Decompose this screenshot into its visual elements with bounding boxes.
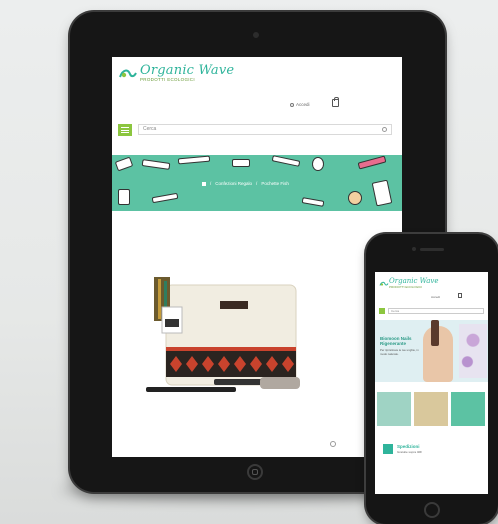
breadcrumb-category[interactable]: Confezioni Regalo — [215, 181, 252, 186]
phone-shipping-title: Spedizioni — [397, 444, 420, 449]
phone-product-tiles — [375, 392, 488, 426]
logo-title: Organic Wave — [140, 63, 235, 78]
phone-camera — [412, 247, 416, 251]
phone-menu-icon[interactable] — [379, 308, 385, 314]
phone-tile-1[interactable] — [377, 392, 411, 426]
phone-logo-wave-icon — [379, 281, 389, 286]
phone-hero-bottle-image — [431, 320, 439, 346]
phone-tile-3[interactable] — [451, 392, 485, 426]
doodle-pencil — [141, 159, 171, 170]
phone-screen: Organic Wave PRODOTTI ECOLOGICI Accedi C… — [375, 272, 488, 494]
doodle-pencil-2 — [151, 192, 179, 204]
breadcrumb-current: Pochette Fish — [261, 181, 289, 186]
phone-hero-subtitle: Per ripristinare le tue unghie, in modo … — [380, 348, 419, 356]
phone-shipping-subtitle: Gratuite sopra 40€ — [397, 450, 422, 454]
user-icon — [290, 102, 294, 107]
phone-hero-flowers-image — [459, 324, 487, 378]
menu-icon[interactable] — [118, 124, 132, 136]
doodle-tube — [177, 155, 211, 165]
search-input[interactable]: Cerca — [138, 124, 392, 135]
doodle-jar — [371, 179, 393, 207]
search-icon[interactable] — [382, 127, 387, 132]
logo-wave-icon — [118, 67, 138, 81]
doodle-bottle — [118, 189, 130, 205]
doodle-box — [232, 159, 250, 167]
doodle-compact — [312, 157, 324, 171]
zoom-icon[interactable] — [330, 441, 336, 447]
tablet-camera — [253, 32, 259, 38]
phone-hero-banner[interactable]: Biomoon Nails Rigenerante Per ripristina… — [375, 320, 488, 382]
breadcrumb-sep-2: / — [256, 181, 258, 186]
product-image[interactable] — [140, 267, 310, 417]
site-logo[interactable]: Organic Wave PRODOTTI ECOLOGICI — [118, 63, 234, 85]
phone-account-link[interactable]: Accedi — [431, 295, 440, 299]
account-link[interactable]: Accedi — [290, 102, 310, 107]
phone-search-placeholder: Cerca — [391, 309, 400, 313]
search-placeholder: Cerca — [143, 126, 157, 132]
home-icon[interactable] — [202, 181, 206, 186]
breadcrumb: / Confezioni Regalo / Pochette Fish — [202, 181, 289, 186]
phone-hero-title: Biomoon Nails Rigenerante — [380, 336, 412, 346]
doodle-lipstick — [114, 156, 134, 172]
category-banner: / Confezioni Regalo / Pochette Fish — [112, 155, 402, 211]
account-label: Accedi — [296, 102, 310, 107]
breadcrumb-sep-1: / — [210, 181, 212, 186]
phone-logo-title: Organic Wave — [389, 277, 439, 285]
truck-icon — [383, 444, 393, 454]
phone-device: Organic Wave PRODOTTI ECOLOGICI Accedi C… — [366, 234, 498, 524]
doodle-lipstick-2 — [357, 155, 387, 170]
phone-home-button[interactable] — [424, 502, 440, 518]
phone-site-logo[interactable]: Organic Wave PRODOTTI ECOLOGICI — [379, 278, 439, 289]
doodle-brush — [271, 155, 301, 167]
phone-cart-icon[interactable] — [458, 293, 462, 298]
doodle-tube-2 — [301, 197, 325, 207]
tablet-screen: Organic Wave PRODOTTI ECOLOGICI Accedi C… — [112, 57, 402, 457]
phone-tile-2[interactable] — [414, 392, 448, 426]
phone-speaker — [420, 248, 444, 251]
doodle-round — [348, 191, 362, 205]
phone-shipping-info: Spedizioni Gratuite sopra 40€ — [375, 432, 488, 494]
phone-logo-subtitle: PRODOTTI ECOLOGICI — [389, 285, 423, 289]
cart-icon[interactable] — [332, 97, 339, 107]
phone-search-input[interactable]: Cerca — [388, 308, 484, 314]
tablet-home-button[interactable] — [247, 464, 263, 480]
